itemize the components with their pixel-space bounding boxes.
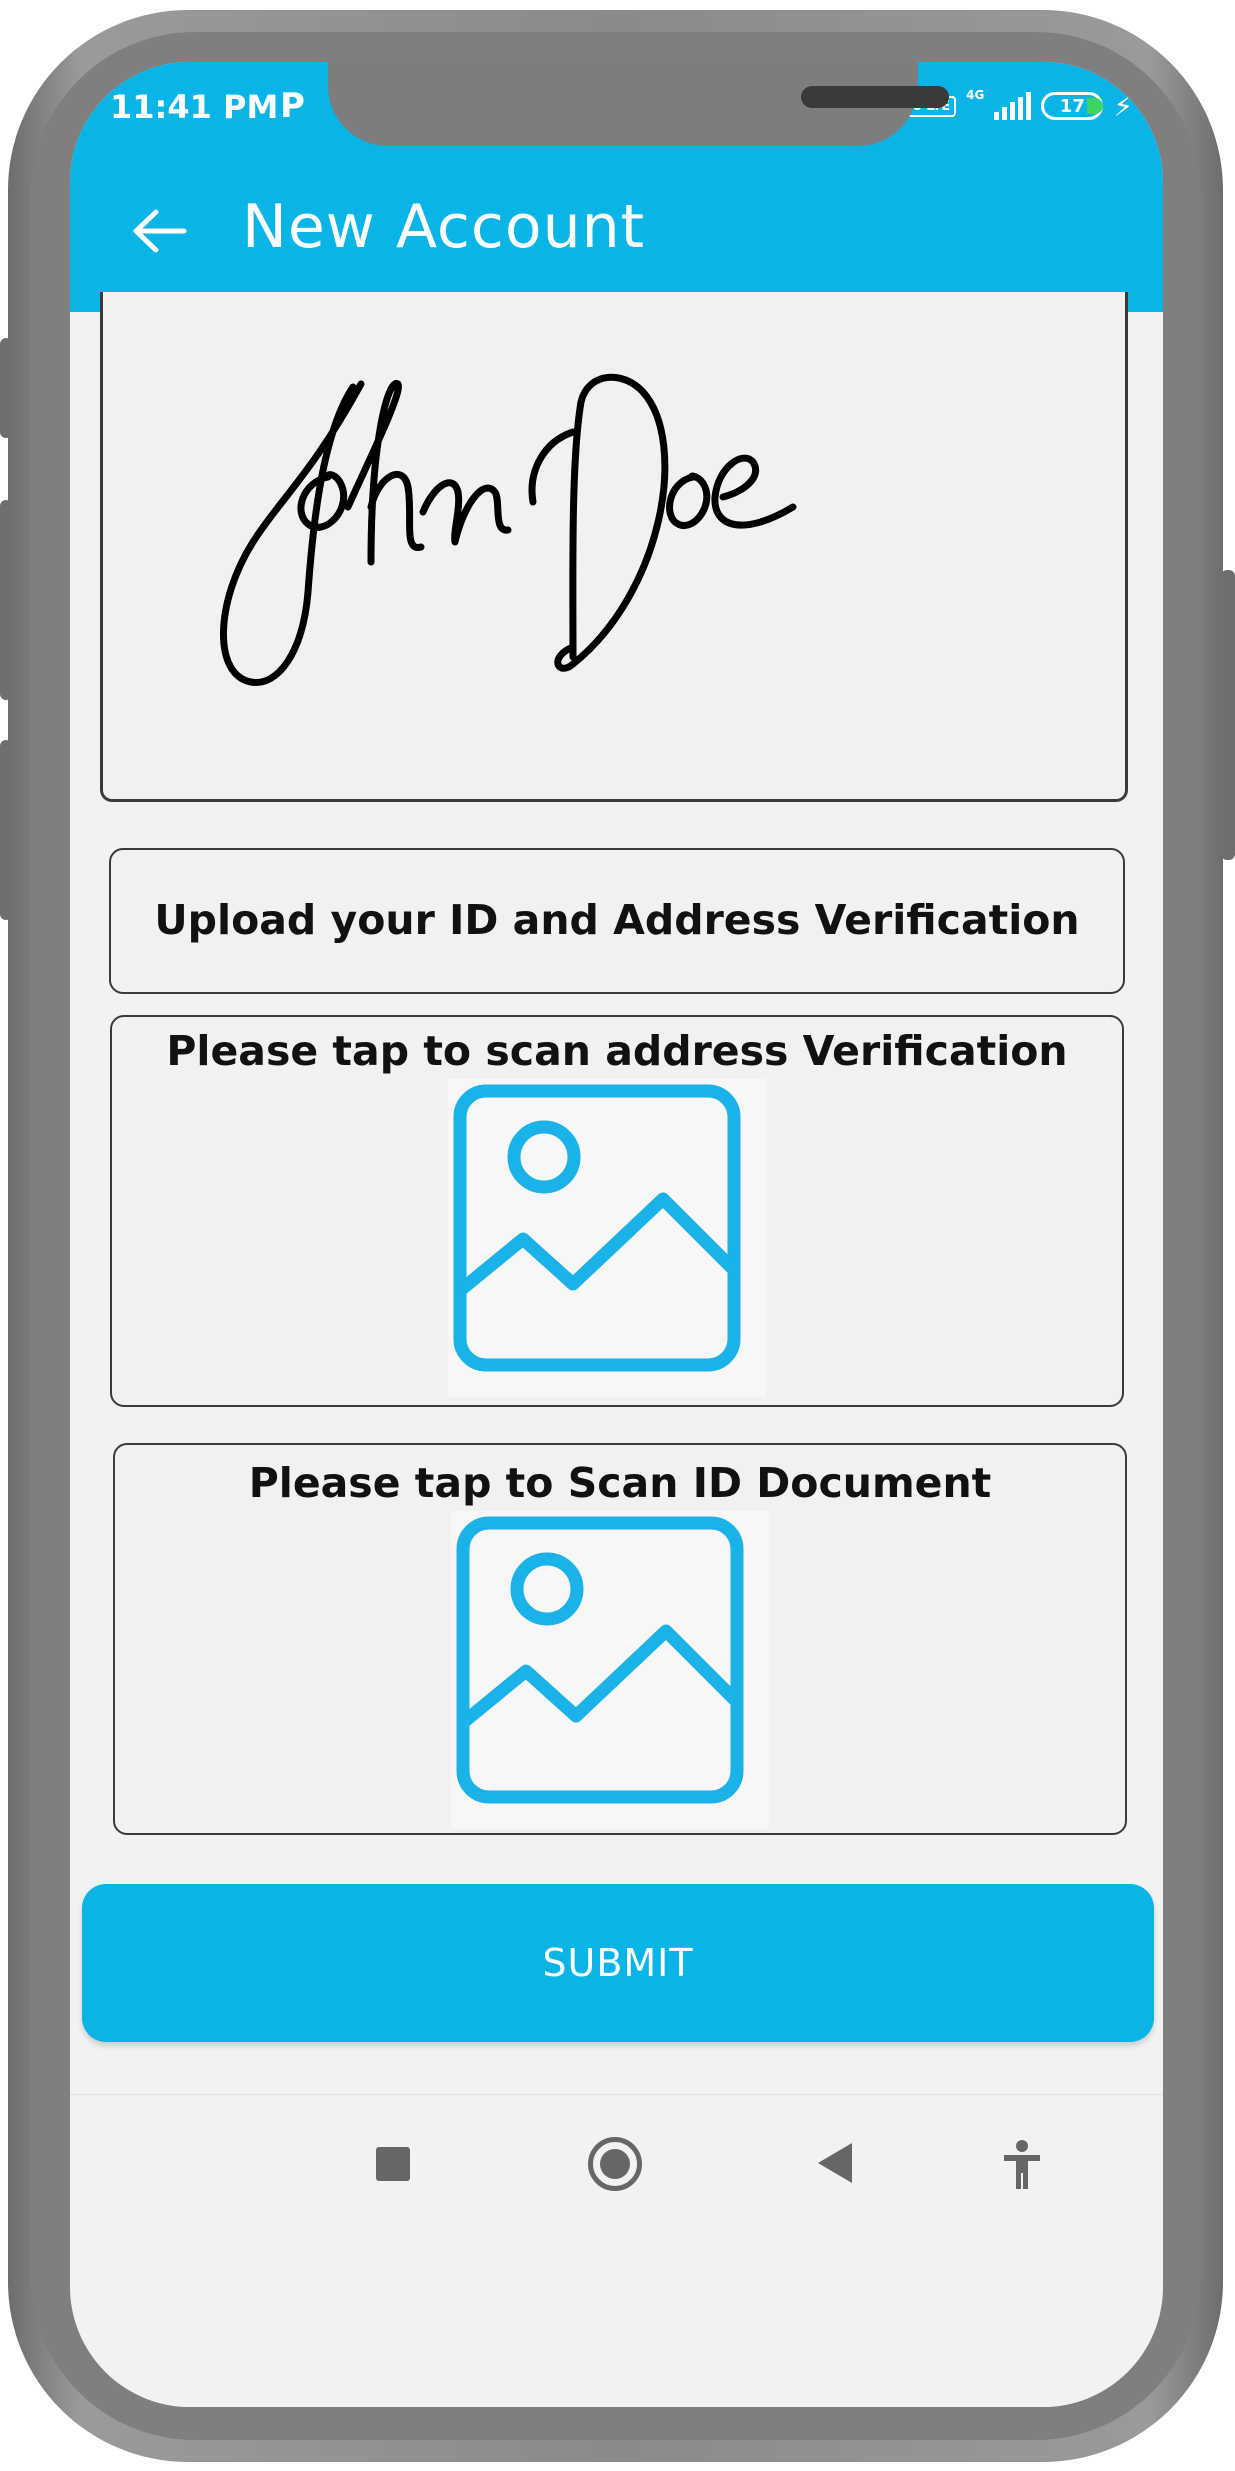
app-bar: New Account xyxy=(70,146,1163,312)
battery-level: 17 xyxy=(1059,95,1085,117)
home-icon[interactable] xyxy=(588,2137,642,2191)
signature-pad[interactable] xyxy=(100,292,1128,802)
image-placeholder-icon[interactable] xyxy=(451,1511,769,1829)
battery-icon: 17 xyxy=(1041,92,1104,120)
upload-instructions-card: Upload your ID and Address Verification xyxy=(109,848,1125,994)
recent-apps-icon[interactable] xyxy=(376,2147,410,2181)
image-placeholder-icon[interactable] xyxy=(448,1079,766,1397)
bottom-area xyxy=(140,2234,1090,2407)
network-type: 4G xyxy=(966,88,985,102)
status-time: 11:41 PM xyxy=(110,88,279,126)
upload-instructions-label: Upload your ID and Address Verification xyxy=(154,896,1080,944)
signature-image xyxy=(220,373,797,686)
id-document-card[interactable]: Please tap to Scan ID Document xyxy=(113,1443,1127,1835)
phone-power-button xyxy=(1221,570,1235,860)
arrow-left-icon[interactable] xyxy=(132,209,188,253)
charging-icon: ⚡ xyxy=(1113,89,1133,123)
back-icon[interactable] xyxy=(818,2143,852,2183)
page-title: New Account xyxy=(242,192,646,262)
submit-button[interactable]: SUBMIT xyxy=(82,1884,1154,2042)
phone-side-button xyxy=(0,500,12,700)
id-document-label: Please tap to Scan ID Document xyxy=(248,1459,992,1507)
signal-icon xyxy=(994,92,1032,120)
address-verification-card[interactable]: Please tap to scan address Verification xyxy=(110,1015,1124,1407)
phone-side-button xyxy=(0,338,12,438)
camera-notch xyxy=(328,62,949,146)
accessibility-icon[interactable] xyxy=(1002,2139,1042,2191)
app-notification-icon: P xyxy=(280,86,305,126)
earpiece-speaker xyxy=(801,86,949,108)
system-nav-bar xyxy=(70,2094,1163,2235)
phone-side-button xyxy=(0,740,12,920)
address-verification-label: Please tap to scan address Verification xyxy=(166,1027,1068,1075)
phone-screen: 11:41 PM P Vo LTE 4G 17 ⚡ New Account xyxy=(70,62,1163,2407)
